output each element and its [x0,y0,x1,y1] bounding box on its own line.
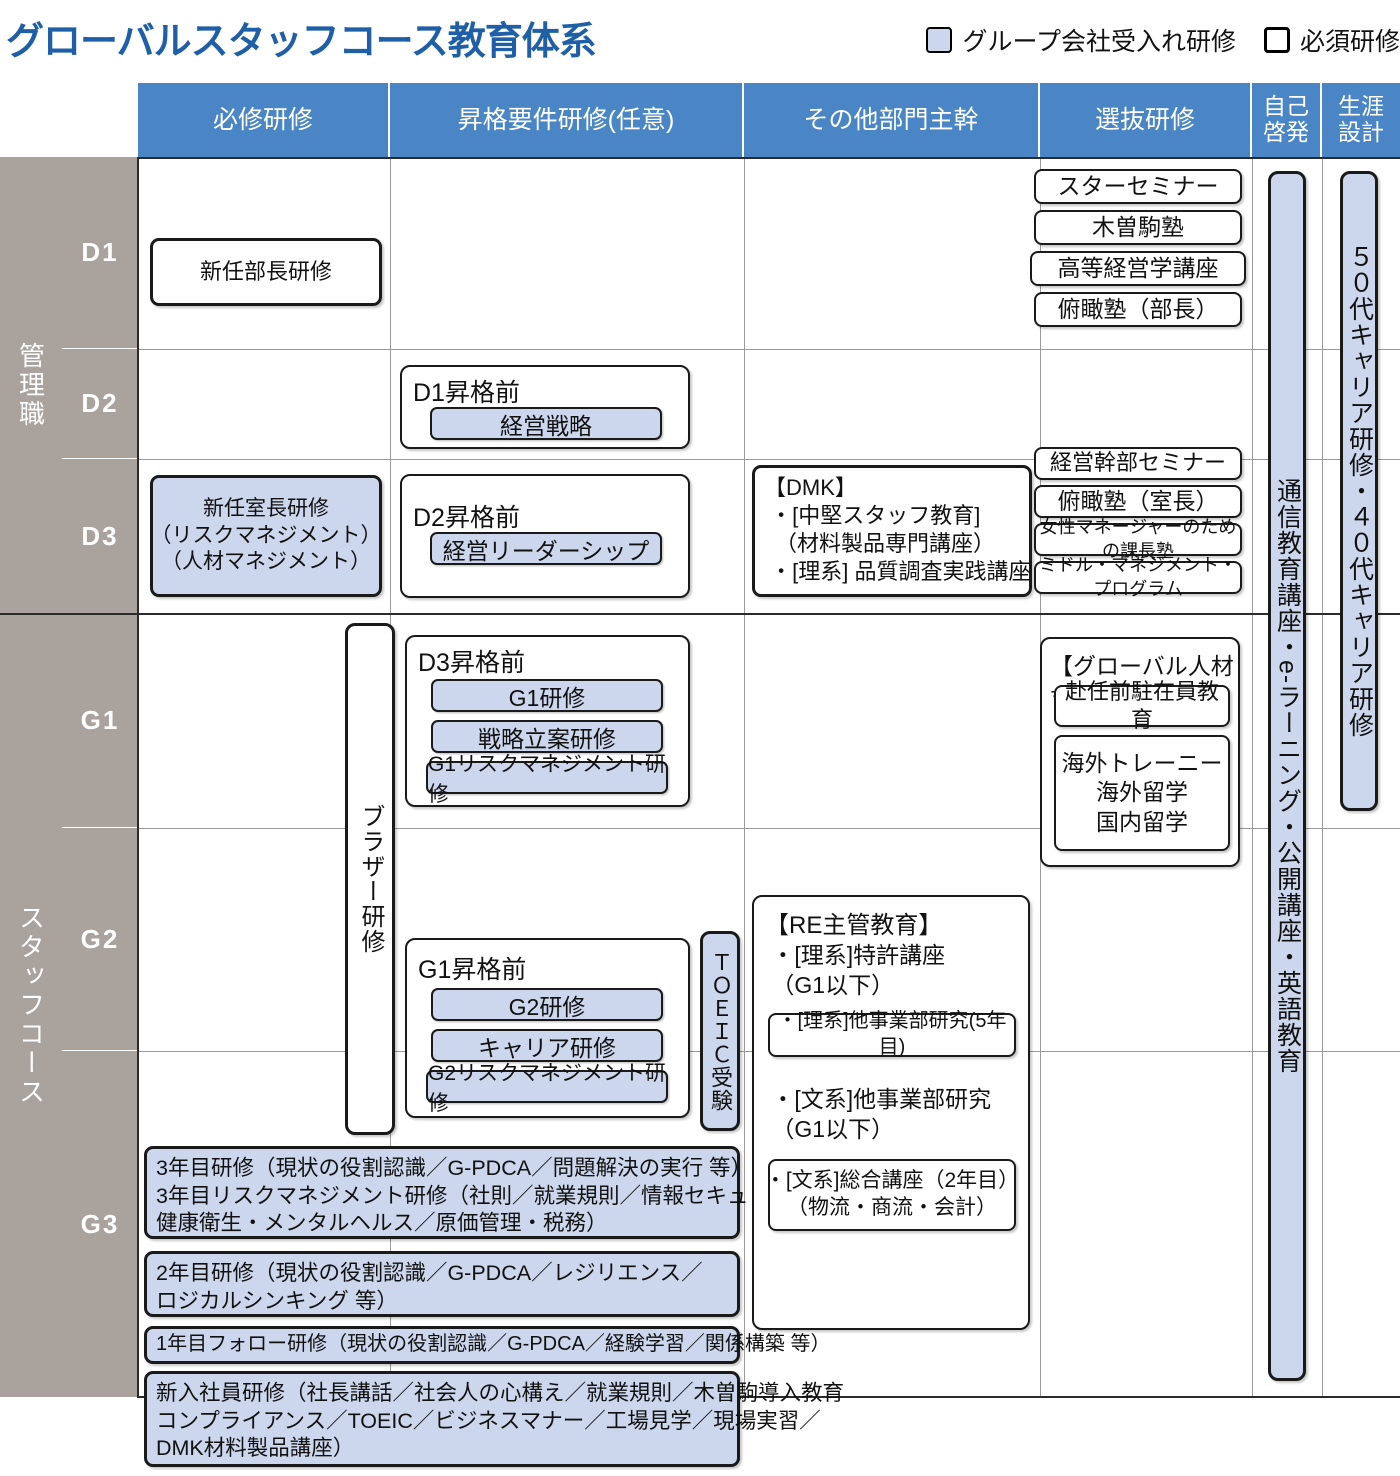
page-title: グローバルスタッフコース教育体系 [6,21,597,63]
legend-item-required: 必須研修 [1263,22,1400,58]
selection-box-kisokoma-juku[interactable]: 木曽駒塾 [1034,210,1242,245]
selection-box-overseas-trainee[interactable]: 海外トレーニー 海外留学 国内留学 [1054,735,1230,851]
promotion-group-d2-title: D1昇格前 [413,379,520,407]
legend: グループ会社受入れ研修 必須研修 [926,22,1400,58]
selection-box-pre-assignment-education[interactable]: 赴任前駐在員教育 [1054,679,1230,732]
promotion-group-g2[interactable]: G1昇格前 G2研修 キャリア研修 G2リスクマネジメント研修 [405,938,690,1118]
frame-left-inner [137,157,139,1398]
level-cell-g2: G2 [62,828,138,1051]
re-box-rikei-other-division[interactable]: ・[理系]他事業部研究(5年目) [768,1010,1016,1058]
education-system-grid: 必修研修 昇格要件研修(任意) その他部門主幹 選抜研修 自己 啓発 生涯 設計… [0,83,1400,1467]
level-cell-d1: D1 [62,157,138,349]
other-dept-group-re[interactable]: 【RE主管教育】 ・[理系]特許講座 （G1以下） ・[理系]他事業部研究(5年… [752,895,1030,1330]
promotion-group-d3-title: D2昇格前 [413,504,520,532]
selection-box-star-seminar[interactable]: スターセミナー [1034,169,1242,204]
toeic-exam-box[interactable]: ＴＯＥＩＣ受験 [700,931,740,1131]
selection-box-middle-management-program[interactable]: ミドル・マネジメント・プログラム [1034,555,1242,599]
divider-management-staff [0,613,1400,615]
legend-label-required: 必須研修 [1299,28,1400,56]
re-line-rikei-tokkyo: ・[理系]特許講座 （G1以下） [771,942,946,998]
legend-swatch-white-icon [1263,27,1290,53]
gridline-col-life-plan [1322,157,1323,1397]
promotion-pill-keiei-senryaku[interactable]: 経営戦略 [430,407,662,440]
mandatory-box-g3-year2[interactable]: 2年目研修（現状の役割認識／G-PDCA／レジリエンス／ ロジカルシンキング 等… [144,1251,740,1317]
column-header-mandatory: 必修研修 [138,83,390,157]
selection-group-global-talent[interactable]: 【グローバル人材育成】 赴任前駐在員教育 海外トレーニー 海外留学 国内留学 [1040,637,1240,867]
promotion-pill-g1-risk-management[interactable]: G1リスクマネジメント研修 [426,753,668,806]
selection-box-fukanjuku-shitsucho[interactable]: 俯瞰塾（室長） [1034,485,1242,518]
mandatory-box-d1[interactable]: 新任部長研修 [150,238,382,306]
column-header-other-dept: その他部門主幹 [744,83,1040,157]
re-box-bunkei-sogo-koza[interactable]: ・[文系]総合講座（2年目） （物流・商流・会計） [765,1159,1019,1231]
mandatory-box-brother-training[interactable]: ブラザー研修 [345,623,395,1135]
promotion-group-d3[interactable]: D2昇格前 経営リーダーシップ [400,474,690,598]
promotion-group-d2[interactable]: D1昇格前 経営戦略 [400,365,690,449]
re-line-bunkei-other-division: ・[文系]他事業部研究 （G1以下） [771,1086,992,1142]
category-management: 管理職 [0,157,62,614]
promotion-pill-g2-risk-management[interactable]: G2リスクマネジメント研修 [426,1062,668,1115]
column-header-promotion: 昇格要件研修(任意) [390,83,744,157]
mandatory-box-g3-new-employee[interactable]: 新入社員研修（社長講話／社会人の心構え／就業規則／木曽駒導入教育 コンプライアン… [144,1371,844,1467]
level-cell-d3: D3 [62,459,138,614]
promotion-group-g1[interactable]: D3昇格前 G1研修 戦略立案研修 G1リスクマネジメント研修 [405,635,690,807]
promotion-pill-g1-kenshu[interactable]: G1研修 [431,679,663,712]
promotion-group-g2-title: G1昇格前 [418,956,527,984]
column-header-selection: 選抜研修 [1040,83,1252,157]
category-staff-course: スタッフコース [0,614,62,1397]
selection-box-women-manager-kachojuku[interactable]: 女性マネージャーのための課長塾 [1034,517,1242,561]
level-cell-g1: G1 [62,614,138,828]
legend-item-group-company: グループ会社受入れ研修 [926,22,1236,58]
self-development-box[interactable]: 通信教育講座・e-ラーニング・公開講座・英語教育 [1268,171,1306,1381]
promotion-pill-g2-kenshu[interactable]: G2研修 [431,988,663,1021]
mandatory-box-g3-year3[interactable]: 3年目研修（現状の役割認識／G-PDCA／問題解決の実行 等） 3年目リスクマネ… [144,1146,833,1239]
gridline-col-self-dev [1252,157,1253,1397]
life-plan-box[interactable]: ５０代キャリア研修・４０代キャリア研修 [1340,171,1378,811]
level-cell-g3: G3 [62,1051,138,1397]
promotion-pill-keiei-leadership[interactable]: 経営リーダーシップ [430,532,662,565]
gridline-row-d1-d2 [138,349,1400,350]
frame-top [138,157,1400,159]
level-cell-d2: D2 [62,349,138,459]
promotion-group-g1-title: D3昇格前 [418,649,525,677]
legend-swatch-blue-icon [926,27,953,53]
selection-box-kotokeieigaku-koza[interactable]: 高等経営学講座 [1030,251,1246,286]
column-header-life-plan: 生涯 設計 [1322,83,1400,157]
mandatory-box-g3-year1-follow[interactable]: 1年目フォロー研修（現状の役割認識／G-PDCA／経験学習／関係構築 等） [144,1326,830,1364]
legend-label-group-company: グループ会社受入れ研修 [962,28,1236,56]
column-header-self-dev: 自己 啓発 [1252,83,1322,157]
selection-box-fukanjuku-bucho[interactable]: 俯瞰塾（部長） [1034,292,1242,327]
selection-box-keiei-kanbu-seminar[interactable]: 経営幹部セミナー [1034,447,1242,480]
mandatory-box-d3[interactable]: 新任室長研修 （リスクマネジメント） （人材マネジメント） [150,475,382,597]
re-group-title: 【RE主管教育】 [765,912,943,939]
other-dept-box-dmk[interactable]: 【DMK】 ・[中堅スタッフ教育] （材料製品専門講座） ・[理系] 品質調査実… [752,465,1032,597]
